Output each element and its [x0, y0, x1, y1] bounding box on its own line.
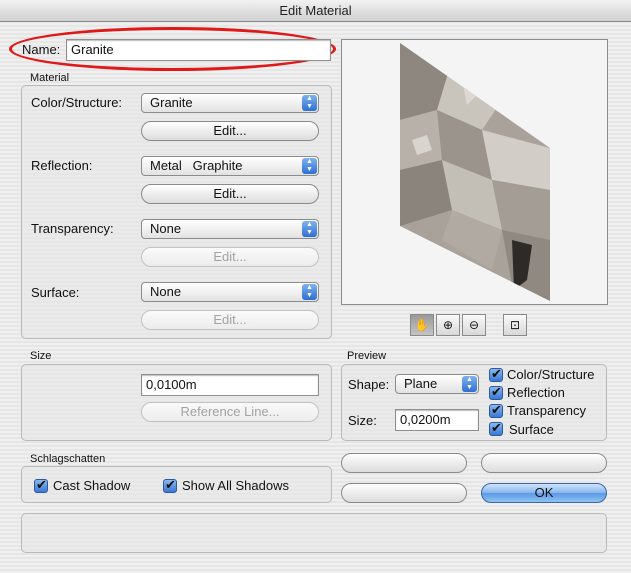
pan-button[interactable]: ✋ — [410, 314, 434, 336]
transparency-label: Transparency: — [31, 221, 114, 236]
reflection-label: Reflection: — [31, 158, 93, 173]
reflection-check-label: Reflection — [507, 385, 565, 400]
popup-arrows-icon: ▲ ▼ — [462, 376, 477, 392]
material-group-label: Material — [30, 72, 70, 84]
shadows-group-label: Schlagschatten — [30, 453, 106, 465]
show-all-shadows-checkbox[interactable] — [163, 479, 177, 493]
transparency-value: None — [150, 221, 182, 236]
reflection-checkbox[interactable] — [489, 386, 503, 400]
reflection-value: Metal Graphite — [150, 158, 243, 173]
zoom-fit-icon: ⊡ — [509, 318, 521, 332]
zoom-out-icon: ⊖ — [468, 318, 480, 332]
blank-button-3[interactable] — [341, 483, 467, 503]
cast-shadow-label: Cast Shadow — [53, 478, 131, 493]
preview-group-label: Preview — [347, 350, 387, 362]
show-all-shadows-label: Show All Shadows — [182, 478, 289, 493]
surface-check-label: Surface — [509, 422, 554, 437]
size-group-label: Size — [30, 350, 52, 362]
color-structure-popup[interactable]: Granite ▲ ▼ — [141, 93, 319, 113]
color-structure-edit-button[interactable]: Edit... — [141, 121, 319, 141]
color-structure-checkbox[interactable] — [489, 368, 503, 382]
reference-line-button[interactable]: Reference Line... — [141, 402, 319, 422]
name-input[interactable]: Granite — [66, 39, 331, 61]
blank-button-1[interactable] — [341, 453, 467, 473]
reflection-edit-button[interactable]: Edit... — [141, 184, 319, 204]
color-structure-label: Color/Structure: — [31, 95, 123, 110]
preview-size-input[interactable]: 0,0200m — [395, 409, 479, 431]
popup-arrows-icon: ▲ ▼ — [302, 221, 317, 237]
transparency-check-label: Transparency — [507, 403, 586, 418]
window-title: Edit Material — [0, 0, 631, 22]
surface-label: Surface: — [31, 285, 80, 300]
surface-checkbox[interactable] — [489, 422, 503, 436]
color-structure-check-label: Color/Structure — [507, 367, 595, 382]
zoom-out-button[interactable]: ⊖ — [462, 314, 486, 336]
info-box — [21, 513, 607, 553]
popup-arrows-icon: ▲ ▼ — [302, 284, 317, 300]
transparency-edit-button[interactable]: Edit... — [141, 247, 319, 267]
granite-plane-preview — [400, 43, 550, 301]
transparency-checkbox[interactable] — [489, 404, 503, 418]
shape-label: Shape: — [348, 377, 390, 392]
surface-edit-button[interactable]: Edit... — [141, 310, 319, 330]
material-preview[interactable] — [341, 39, 608, 305]
color-structure-value: Granite — [150, 95, 193, 110]
size-input[interactable]: 0,0100m — [141, 374, 319, 396]
blank-button-2[interactable] — [481, 453, 607, 473]
reflection-popup[interactable]: Metal Graphite ▲ ▼ — [141, 156, 319, 176]
popup-arrows-icon: ▲ ▼ — [302, 95, 317, 111]
zoom-fit-button[interactable]: ⊡ — [503, 314, 527, 336]
surface-value: None — [150, 284, 182, 299]
preview-size-label: Size: — [348, 413, 377, 428]
hand-icon: ✋ — [414, 318, 430, 332]
cast-shadow-checkbox[interactable] — [34, 479, 48, 493]
name-label: Name: — [22, 42, 61, 57]
zoom-in-button[interactable]: ⊕ — [436, 314, 460, 336]
ok-button[interactable]: OK — [481, 483, 607, 503]
transparency-popup[interactable]: None ▲ ▼ — [141, 219, 319, 239]
shape-value: Plane — [404, 376, 438, 391]
surface-popup[interactable]: None ▲ ▼ — [141, 282, 319, 302]
popup-arrows-icon: ▲ ▼ — [302, 158, 317, 174]
shape-popup[interactable]: Plane ▲ ▼ — [395, 374, 479, 394]
zoom-in-icon: ⊕ — [442, 318, 454, 332]
